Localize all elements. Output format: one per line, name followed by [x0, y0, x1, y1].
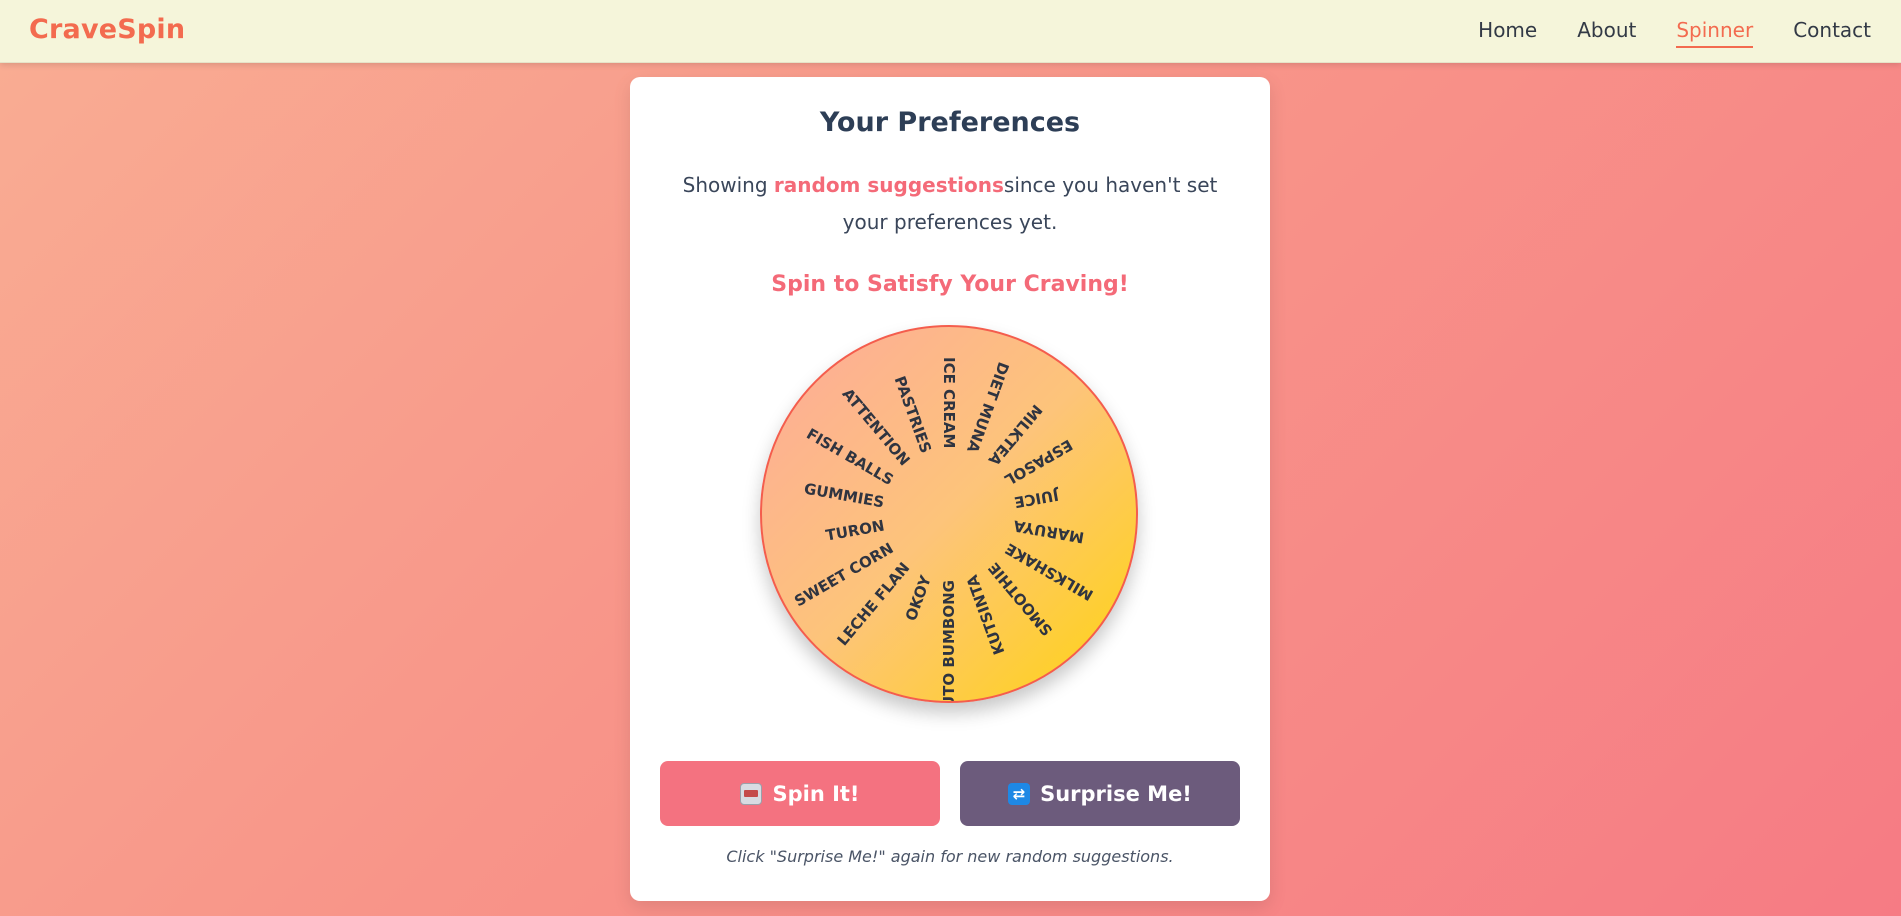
spin-heading: Spin to Satisfy Your Craving!	[771, 272, 1129, 297]
surprise-button[interactable]: ⇄ Surprise Me!	[960, 761, 1240, 826]
slot-machine-icon	[740, 782, 763, 805]
pref-highlight: random suggestions	[773, 173, 1004, 197]
wheel-label: ICE CREAM	[940, 357, 958, 449]
preferences-card: Your Preferences Showing random suggesti…	[630, 77, 1270, 901]
wheel-label: GUMMIES	[802, 479, 886, 512]
nav-link-contact[interactable]: Contact	[1793, 18, 1871, 48]
nav-link-about[interactable]: About	[1577, 18, 1636, 48]
brand-logo[interactable]: CraveSpin	[29, 14, 185, 45]
hint-text: Click "Surprise Me!" again for new rando…	[726, 847, 1174, 866]
spin-button[interactable]: Spin It!	[660, 761, 940, 826]
card-title: Your Preferences	[819, 107, 1081, 138]
navbar: CraveSpin Home About Spinner Contact	[0, 0, 1901, 63]
wheel-label: JUICE	[1012, 485, 1060, 512]
nav-link-home[interactable]: Home	[1478, 18, 1537, 48]
wheel-label: OKOY	[901, 573, 935, 624]
nav-links: Home About Spinner Contact	[1478, 18, 1871, 48]
wheel-label: TURON	[824, 516, 886, 545]
preferences-message: Showing random suggestionssince you have…	[670, 167, 1230, 241]
spinner-wheel[interactable]: ICE CREAM DIET MUNA MILKTEA ESPASOL JUICE MAR…	[760, 325, 1138, 703]
surprise-button-label: Surprise Me!	[1040, 781, 1192, 806]
spin-button-label: Spin It!	[772, 781, 860, 806]
wheel-label: PUTO BUMBONG	[940, 580, 958, 703]
nav-link-spinner[interactable]: Spinner	[1676, 18, 1754, 48]
shuffle-icon: ⇄	[1008, 782, 1031, 805]
pref-prefix: Showing	[682, 173, 774, 197]
wheel-label: MARUYA	[1012, 516, 1086, 547]
